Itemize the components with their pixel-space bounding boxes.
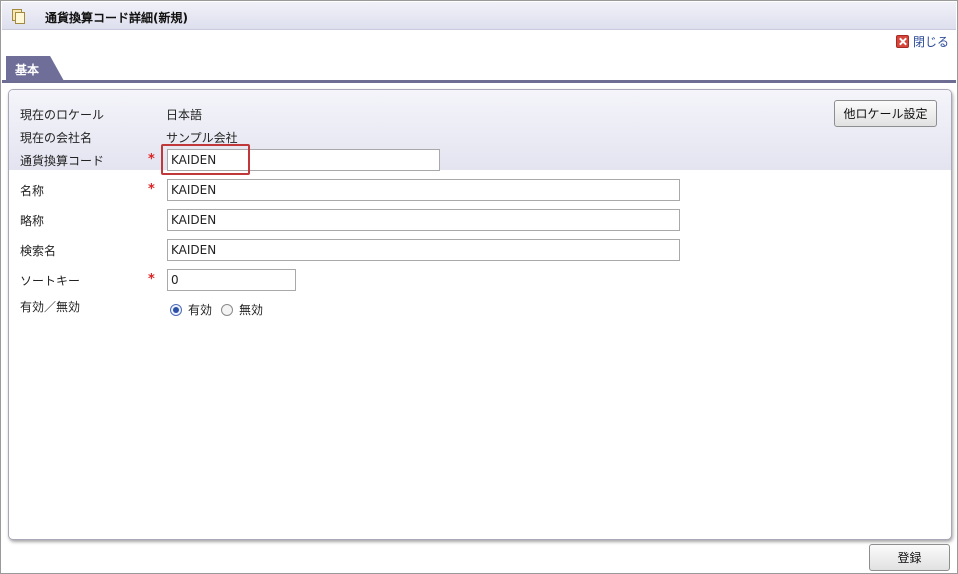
search-name-input[interactable] bbox=[167, 239, 680, 261]
close-icon[interactable] bbox=[895, 35, 909, 48]
invalid-radio-label[interactable]: 無効 bbox=[239, 301, 263, 318]
name-input[interactable] bbox=[167, 179, 680, 201]
conversion-code-input[interactable] bbox=[167, 149, 440, 171]
sort-key-label: ソートキー bbox=[20, 274, 81, 288]
page-title: 通貨換算コード詳細(新規) bbox=[45, 11, 188, 25]
company-label: 現在の会社名 bbox=[20, 131, 93, 145]
search-name-label: 検索名 bbox=[20, 244, 57, 258]
close-link[interactable]: 閉じる bbox=[895, 33, 949, 50]
locale-value: 日本語 bbox=[166, 108, 203, 122]
short-name-label: 略称 bbox=[20, 214, 45, 228]
form-panel: 現在のロケール 日本語 現在の会社名 サンプル会社 他ロケール設定 通貨換算コー… bbox=[8, 89, 952, 540]
register-button[interactable]: 登録 bbox=[869, 544, 950, 571]
name-label: 名称 bbox=[20, 184, 45, 198]
sort-key-input[interactable] bbox=[167, 269, 296, 291]
close-label[interactable]: 閉じる bbox=[913, 33, 949, 50]
invalid-radio[interactable] bbox=[221, 303, 234, 316]
tab-strip: 基本 bbox=[2, 54, 956, 83]
tab-basic[interactable]: 基本 bbox=[6, 56, 64, 81]
short-name-input[interactable] bbox=[167, 209, 680, 231]
company-value: サンプル会社 bbox=[166, 131, 238, 145]
conversion-code-label: 通貨換算コード bbox=[20, 154, 105, 168]
window: 通貨換算コード詳細(新規) 閉じる 基本 現在のロケール 日本語 現在の会社名 … bbox=[0, 0, 958, 574]
valid-radio[interactable] bbox=[170, 303, 182, 316]
title-bar: 通貨換算コード詳細(新規) bbox=[2, 2, 956, 30]
valid-label: 有効／無効 bbox=[20, 300, 81, 314]
document-icon bbox=[12, 9, 25, 24]
valid-radio-label[interactable]: 有効 bbox=[188, 301, 212, 318]
valid-radio-group: 有効 無効 bbox=[170, 301, 272, 318]
required-mark: * bbox=[148, 152, 155, 167]
required-mark: * bbox=[148, 182, 155, 197]
required-mark: * bbox=[148, 272, 155, 287]
locale-label: 現在のロケール bbox=[20, 108, 105, 122]
other-locale-button[interactable]: 他ロケール設定 bbox=[834, 100, 937, 127]
